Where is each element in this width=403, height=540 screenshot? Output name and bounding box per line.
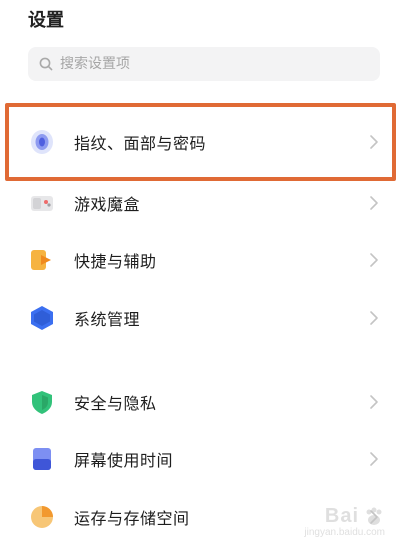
search-input[interactable] [28, 47, 380, 81]
storage-icon [28, 503, 56, 531]
settings-item-label: 安全与隐私 [74, 394, 157, 413]
settings-item-label: 屏幕使用时间 [74, 451, 174, 470]
screen-time-icon [28, 445, 56, 473]
search-field[interactable] [60, 56, 340, 72]
settings-item-label: 快捷与辅助 [74, 252, 157, 271]
settings-item-label: 系统管理 [74, 310, 141, 329]
chevron-right-icon [370, 311, 378, 325]
settings-item-screen-time[interactable]: 屏幕使用时间 [0, 431, 403, 487]
settings-item-system-management[interactable]: 系统管理 [0, 290, 403, 346]
shortcut-icon [28, 246, 56, 274]
chevron-right-icon [370, 253, 378, 267]
watermark: Bai jingyan.baidu.com [304, 505, 385, 538]
page-title: 设置 [28, 10, 64, 31]
watermark-subtext: jingyan.baidu.com [304, 527, 385, 538]
highlight-frame [5, 103, 396, 181]
search-icon [39, 57, 53, 71]
watermark-text: Bai [324, 505, 359, 527]
paw-logo-icon [366, 507, 382, 525]
settings-item-label: 游戏魔盒 [74, 195, 141, 214]
chevron-right-icon [370, 395, 378, 409]
settings-item-game-box[interactable]: 游戏魔盒 [0, 175, 403, 231]
shield-icon [28, 388, 56, 416]
chevron-right-icon [370, 452, 378, 466]
chevron-right-icon [370, 196, 378, 210]
settings-item-security-privacy[interactable]: 安全与隐私 [0, 374, 403, 430]
settings-item-label: 运存与存储空间 [74, 509, 190, 528]
system-management-icon [28, 304, 56, 332]
settings-item-shortcut[interactable]: 快捷与辅助 [0, 232, 403, 288]
game-box-icon [28, 189, 56, 217]
